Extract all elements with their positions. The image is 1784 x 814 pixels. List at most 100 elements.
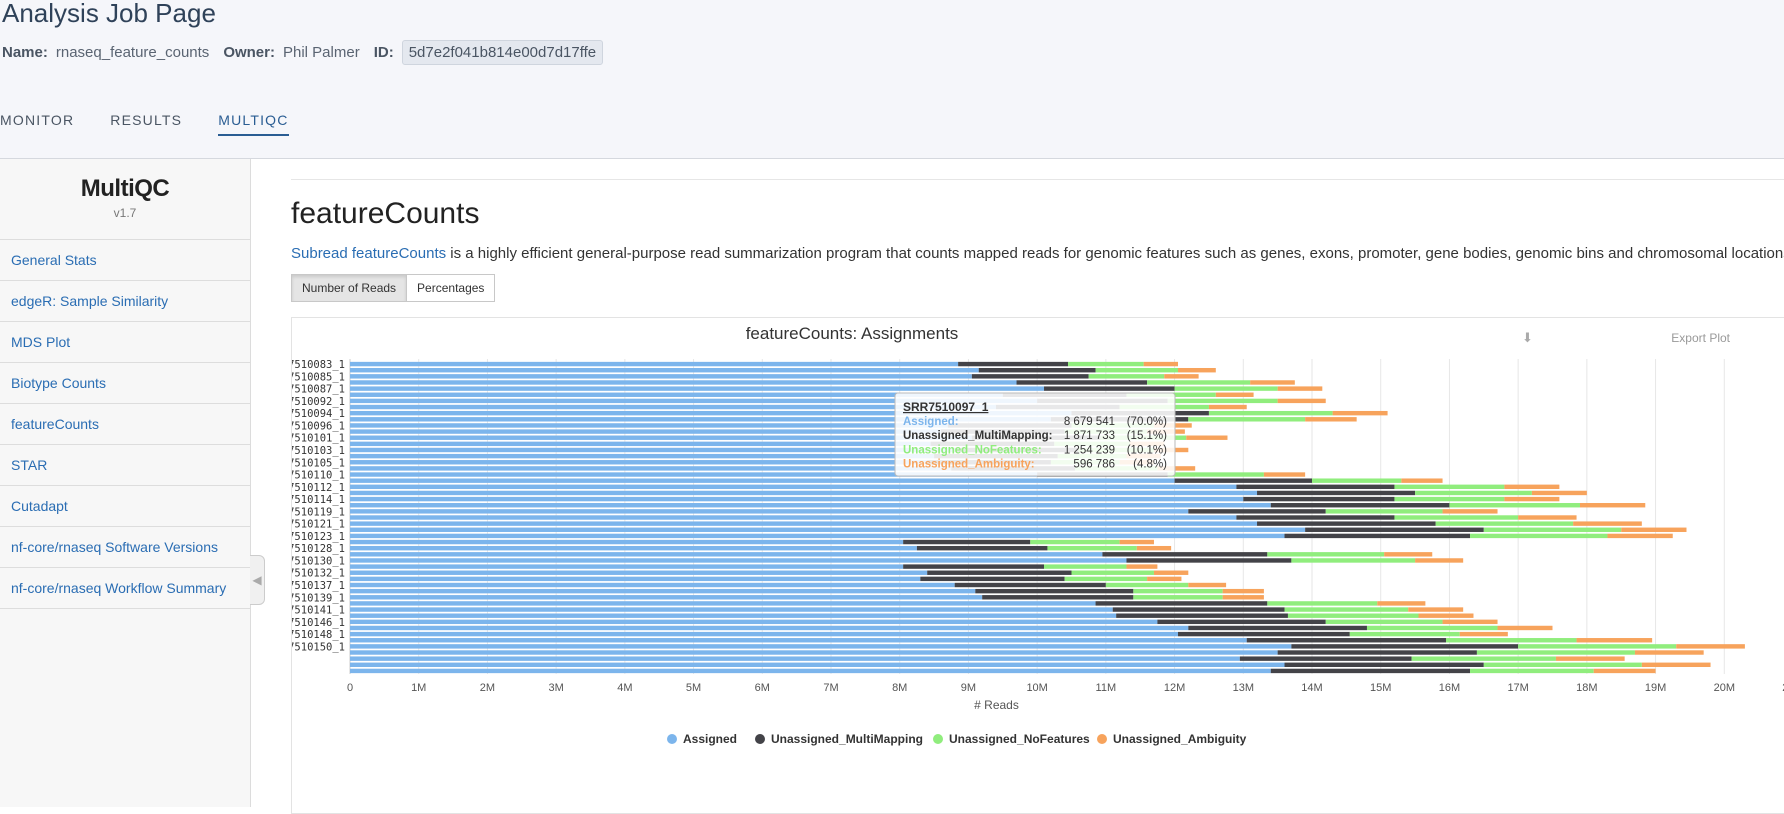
bar-segment xyxy=(350,484,1237,490)
bar-segment xyxy=(350,552,1103,557)
bar-segment xyxy=(1167,398,1278,404)
bar-segment xyxy=(1284,607,1409,612)
bar-segment xyxy=(350,570,928,575)
id-label: ID: xyxy=(373,44,394,61)
bar-segment xyxy=(1483,662,1642,668)
bar-segment xyxy=(1167,472,1264,477)
bar-segment xyxy=(1497,625,1553,631)
x-tick-label: 12M xyxy=(1164,682,1185,694)
bar-segment xyxy=(1483,527,1622,532)
tab-multiqc[interactable]: MULTIQC xyxy=(218,112,289,136)
sidebar-item-edger-sample-similarity[interactable]: edgeR: Sample Similarity xyxy=(0,281,250,322)
legend-marker xyxy=(933,734,943,744)
bar-segment xyxy=(1088,374,1165,379)
bar-segment xyxy=(1047,545,1137,551)
tooltip-series-name: Unassigned_MultiMapping: xyxy=(903,430,1053,442)
report-main: featureCounts Subread featureCounts is a… xyxy=(291,159,1784,814)
bar-segment xyxy=(1312,478,1402,483)
x-tick-label: 16M xyxy=(1439,682,1460,694)
bar-segment xyxy=(1239,656,1412,661)
bar-segment xyxy=(1445,638,1577,643)
bar-segment xyxy=(1277,398,1326,404)
percentages-button[interactable]: Percentages xyxy=(407,274,496,302)
sidebar-item-star[interactable]: STAR xyxy=(0,445,250,486)
section-description: Subread featureCounts is a highly effici… xyxy=(291,245,1784,262)
y-tick-label: SRR7510114_1 xyxy=(292,494,345,506)
sidebar-item-mds-plot[interactable]: MDS Plot xyxy=(0,322,250,363)
bar-segment xyxy=(1250,380,1295,385)
x-tick-label: 14M xyxy=(1301,682,1322,694)
id-value[interactable]: 5d7e2f041b814e00d7d17ffe xyxy=(401,40,604,65)
tab-results[interactable]: RESULTS xyxy=(110,112,182,136)
bar-segment xyxy=(1105,582,1189,588)
bar-segment xyxy=(982,595,1134,600)
bar-segment xyxy=(1246,638,1446,643)
bar-segment xyxy=(1305,527,1484,532)
x-tick-label: 13M xyxy=(1233,682,1254,694)
bar-segment xyxy=(350,576,921,582)
x-tick-label: 18M xyxy=(1576,682,1597,694)
bar-segment xyxy=(350,588,976,594)
sidebar-item-biotype-counts[interactable]: Biotype Counts xyxy=(0,363,250,404)
featurecounts-chart[interactable]: featureCounts: Assignments Export Plot ⬇ 0 1… xyxy=(292,318,1784,808)
bar-segment xyxy=(1470,668,1594,674)
multiqc-sidebar: MultiQC v1.7 General Stats edgeR: Sample… xyxy=(0,159,251,807)
bar-segment xyxy=(1263,472,1306,477)
sidebar-item-featurecounts[interactable]: featureCounts xyxy=(0,404,250,445)
sidebar-collapse-handle[interactable]: ◀ xyxy=(250,555,265,605)
y-tick-label: SRR7510137_1 xyxy=(292,580,345,592)
bar-segment xyxy=(350,380,1017,385)
bar-segment xyxy=(350,662,1285,668)
bar-segment xyxy=(1147,380,1251,385)
x-tick-label: 1M xyxy=(411,682,426,694)
bar-segment xyxy=(1188,509,1326,514)
x-tick-label: 17M xyxy=(1507,682,1528,694)
bar-segment xyxy=(1188,625,1367,631)
export-plot-button[interactable]: Export Plot xyxy=(1671,331,1730,345)
subread-link[interactable]: Subread featureCounts xyxy=(291,245,446,262)
bar-segment xyxy=(1287,613,1419,618)
tab-monitor[interactable]: MONITOR xyxy=(0,112,74,136)
bar-segment xyxy=(1164,374,1199,379)
bar-segment xyxy=(1504,496,1560,502)
bar-segment xyxy=(350,601,1096,606)
bar-segment xyxy=(1394,496,1505,502)
x-tick-label: 2M xyxy=(480,682,495,694)
bar-segment xyxy=(350,478,1175,483)
bar-segment xyxy=(350,441,931,447)
bar-segment xyxy=(1284,662,1484,668)
bar-segment xyxy=(350,644,1292,649)
bar-segment xyxy=(1188,417,1306,422)
bar-segment xyxy=(1518,515,1577,520)
sidebar-item-software-versions[interactable]: nf-core/rnaseq Software Versions xyxy=(0,527,250,568)
bar-segment xyxy=(350,613,1117,618)
x-tick-label: 0 xyxy=(347,682,353,694)
bar-segment xyxy=(350,558,1127,563)
y-tick-label: SRR7510103_1 xyxy=(292,445,345,457)
bar-segment xyxy=(1377,601,1426,606)
x-tick-label: 8M xyxy=(892,682,907,694)
bar-segment xyxy=(1068,361,1144,367)
name-value: rnaseq_feature_counts xyxy=(55,44,210,61)
bar-segment xyxy=(1095,601,1268,606)
bar-segment xyxy=(1459,631,1508,637)
multiqc-logo[interactable]: MultiQC v1.7 xyxy=(0,159,250,240)
bar-segment xyxy=(350,503,1271,508)
number-of-reads-button[interactable]: Number of Reads xyxy=(291,274,408,302)
bar-segment xyxy=(1415,490,1532,496)
bar-segment xyxy=(1277,650,1477,655)
sidebar-item-workflow-summary[interactable]: nf-core/rnaseq Workflow Summary xyxy=(0,568,250,609)
sidebar-item-cutadapt[interactable]: Cutadapt xyxy=(0,486,250,527)
legend-marker xyxy=(667,734,677,744)
bar-segment xyxy=(1186,435,1228,440)
bar-segment xyxy=(1044,564,1127,569)
sidebar-item-general-stats[interactable]: General Stats xyxy=(0,240,250,281)
bar-segment xyxy=(350,509,1189,514)
description-text: is a highly efficient general-purpose re… xyxy=(446,245,1784,262)
chevron-left-icon: ◀ xyxy=(252,573,262,587)
bar-segment xyxy=(1634,650,1704,655)
y-tick-label: SRR7510092_1 xyxy=(292,396,345,408)
y-tick-label: SRR7510139_1 xyxy=(292,592,345,604)
legend-marker xyxy=(755,734,765,744)
y-tick-label: SRR7510096_1 xyxy=(292,420,345,432)
